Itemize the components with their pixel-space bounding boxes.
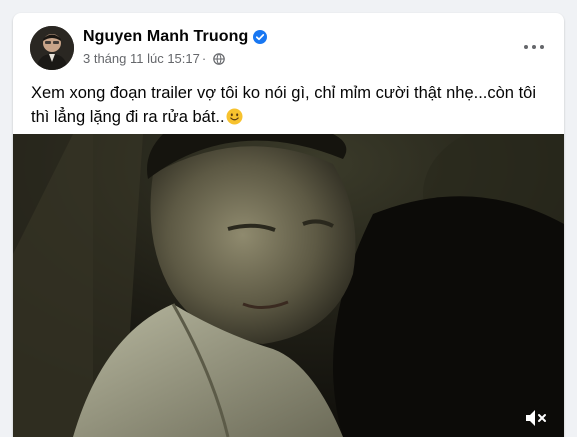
globe-icon[interactable] xyxy=(213,52,226,65)
feed-post: Nguyen Manh Truong 3 tháng 11 lúc 15:17 … xyxy=(13,13,564,437)
slightly-smiling-face-emoji xyxy=(226,108,243,125)
video-player[interactable] xyxy=(13,134,564,437)
meta-separator: · xyxy=(201,51,207,66)
post-timestamp-link[interactable]: 3 tháng 11 lúc 15:17 xyxy=(83,51,200,66)
more-options-icon xyxy=(524,45,528,49)
mute-toggle-button[interactable] xyxy=(524,407,548,429)
author-avatar[interactable] xyxy=(30,26,74,70)
post-caption-text: Xem xong đoạn trailer vợ tôi ko nói gì, … xyxy=(31,84,536,126)
post-caption: Xem xong đoạn trailer vợ tôi ko nói gì, … xyxy=(31,81,549,129)
verified-badge-icon xyxy=(253,30,268,44)
video-frame xyxy=(13,134,564,437)
author-name-link[interactable]: Nguyen Manh Truong xyxy=(83,28,248,46)
muted-speaker-icon xyxy=(526,410,546,426)
more-options-button[interactable] xyxy=(516,33,552,61)
